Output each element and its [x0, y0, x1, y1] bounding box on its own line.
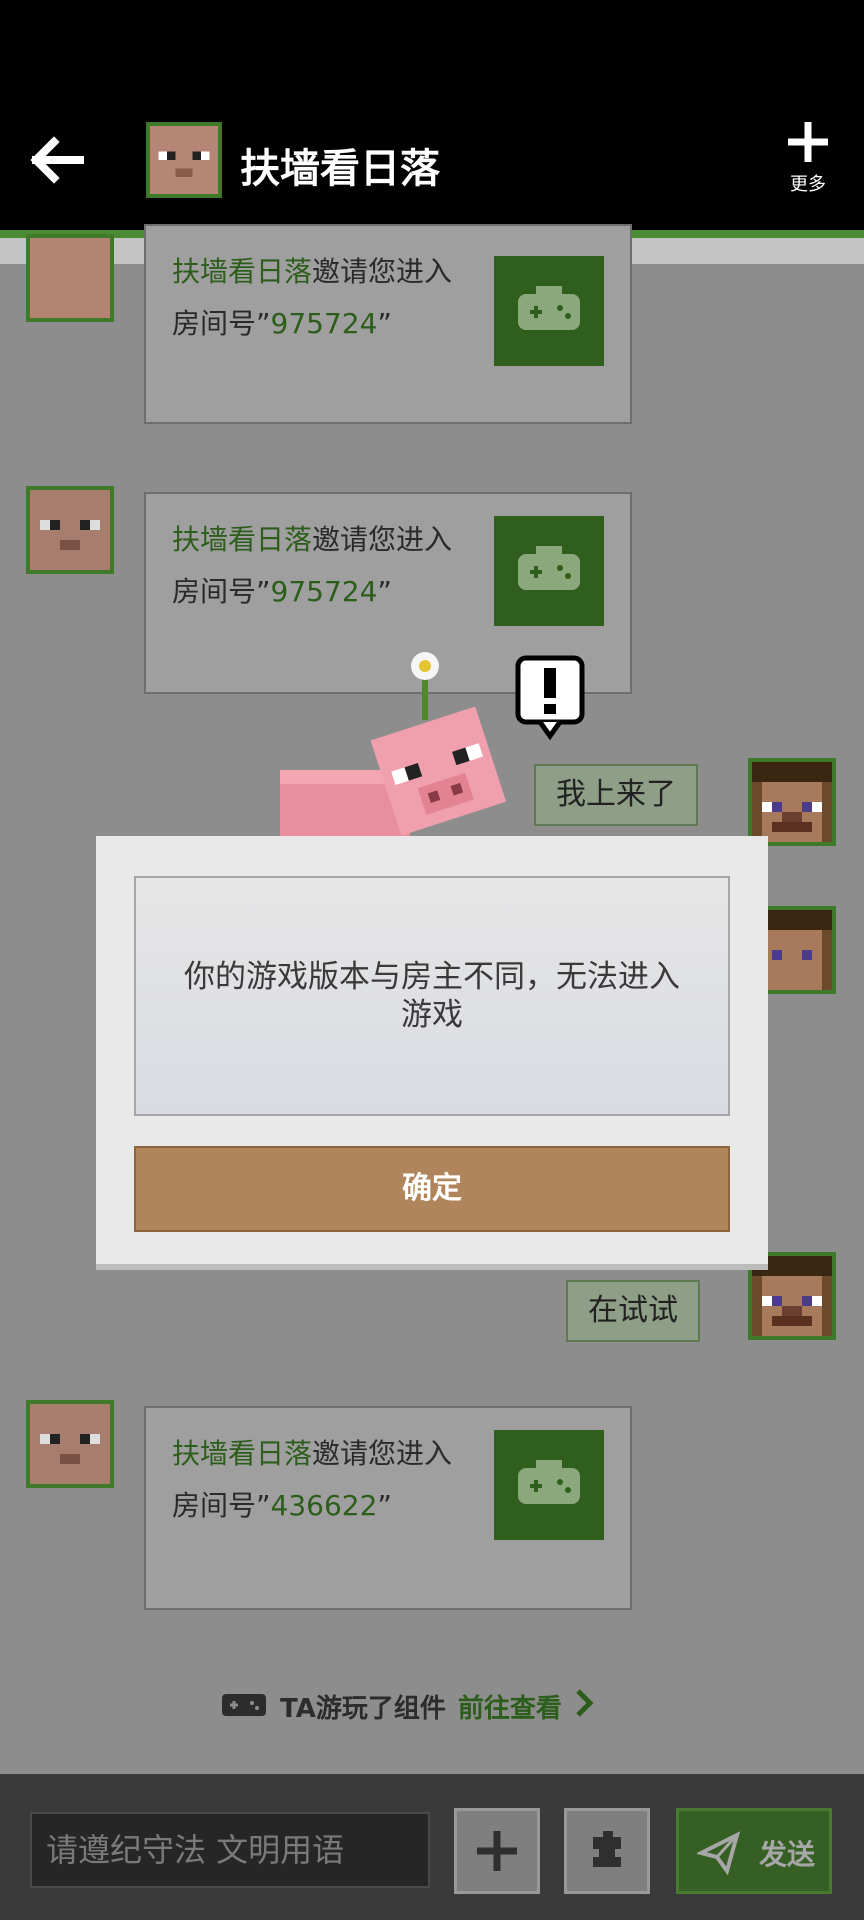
send-icon	[697, 1831, 741, 1875]
chat-title: 扶墙看日落	[240, 146, 440, 192]
more-button[interactable]: 更多	[778, 118, 838, 196]
invite-card[interactable]: 扶墙看日落邀请您进入 房间号”436622”	[144, 1406, 632, 1610]
confirm-button[interactable]: 确定	[134, 1146, 730, 1232]
send-label: 发送	[759, 1838, 816, 1871]
dialog-message: 你的游戏版本与房主不同，无法进入游戏	[184, 959, 680, 1033]
version-mismatch-dialog: 你的游戏版本与房主不同，无法进入游戏 确定	[96, 836, 768, 1270]
top-bar: 扶墙看日落 更多	[0, 0, 864, 230]
contact-avatar[interactable]	[146, 122, 222, 198]
dialog-message-box: 你的游戏版本与房主不同，无法进入游戏	[134, 876, 730, 1116]
chevron-right-icon[interactable]	[574, 1688, 594, 1724]
gamepad-icon[interactable]	[494, 1430, 604, 1540]
ta-played-text: TA游玩了组件	[280, 1693, 446, 1724]
sender-avatar[interactable]	[26, 486, 114, 574]
view-link[interactable]: 前往查看	[458, 1688, 562, 1725]
gamepad-small-icon	[220, 1688, 268, 1725]
sent-message[interactable]: 在试试	[566, 1280, 700, 1342]
invite-text: 扶墙看日落邀请您进入 房间号”975724”	[172, 523, 453, 608]
add-button[interactable]	[454, 1808, 540, 1894]
gamepad-icon[interactable]	[494, 256, 604, 366]
gamepad-icon[interactable]	[494, 516, 604, 626]
invite-card[interactable]: 扶墙看日落邀请您进入 房间号”975724”	[144, 224, 632, 424]
puzzle-icon[interactable]	[564, 1808, 650, 1894]
my-avatar[interactable]	[748, 758, 836, 846]
invite-text: 扶墙看日落邀请您进入 房间号”436622”	[172, 1437, 453, 1522]
message-input[interactable]: 请遵纪守法 文明用语	[30, 1812, 430, 1888]
more-label: 更多	[790, 174, 826, 195]
sender-avatar[interactable]	[26, 1400, 114, 1488]
back-arrow-icon[interactable]	[28, 130, 88, 190]
ta-played-banner[interactable]: TA游玩了组件 前往查看	[220, 1686, 594, 1726]
composer-bar: 请遵纪守法 文明用语 发送	[0, 1774, 864, 1920]
plus-icon	[778, 118, 838, 166]
send-button[interactable]: 发送	[676, 1808, 832, 1894]
sender-avatar[interactable]	[26, 234, 114, 322]
pig-illustration	[270, 640, 600, 840]
invite-text: 扶墙看日落邀请您进入 房间号”975724”	[172, 255, 453, 340]
